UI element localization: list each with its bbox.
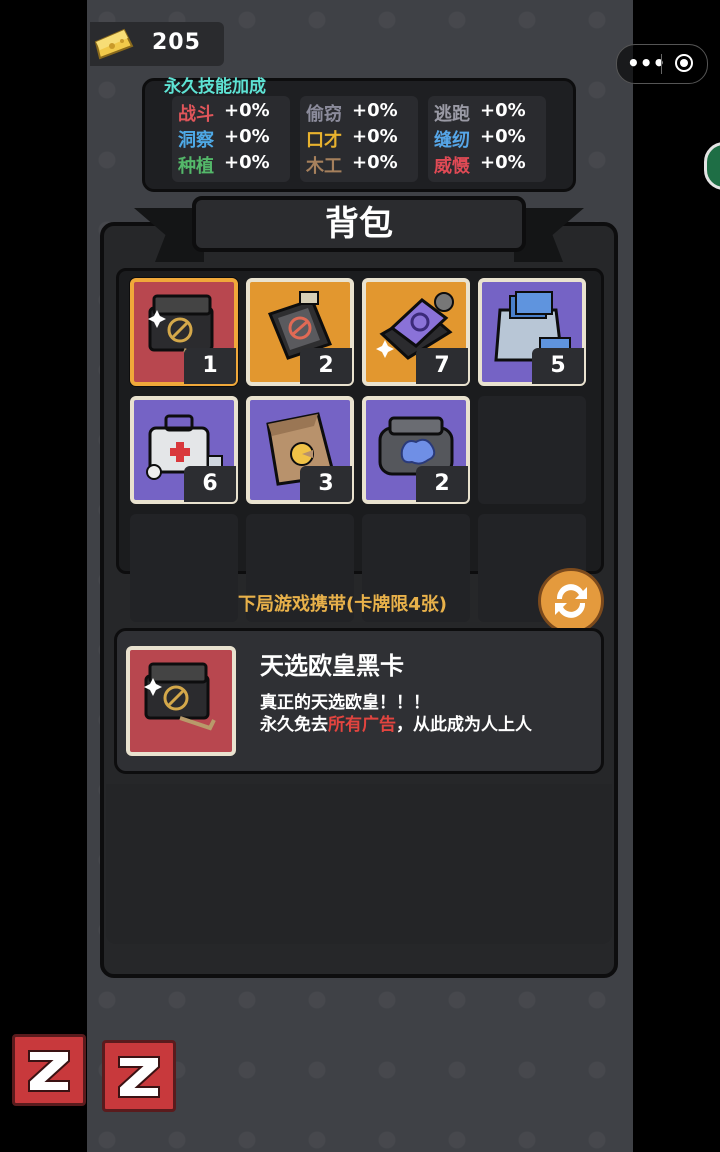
skill-name: 逃跑 bbox=[434, 104, 470, 125]
skill-row: 口才 +0% bbox=[300, 126, 420, 151]
skill-name: 洞察 bbox=[178, 130, 214, 151]
detail-highlight: 所有广告 bbox=[328, 715, 396, 735]
inventory-card[interactable]: 1 bbox=[130, 278, 238, 386]
inventory-card[interactable]: 5 bbox=[478, 278, 586, 386]
skill-name: 种植 bbox=[178, 156, 214, 177]
detail-text-suffix: ，从此成为人上人 bbox=[396, 715, 532, 735]
skill-name: 缝纫 bbox=[434, 130, 470, 151]
black-card-box-icon bbox=[144, 662, 216, 731]
z-logo-icon bbox=[118, 1056, 160, 1098]
skill-row: 种植 +0% bbox=[172, 152, 292, 177]
inventory-slot[interactable] bbox=[130, 514, 238, 622]
skill-value: +0% bbox=[480, 126, 526, 147]
skill-name: 战斗 bbox=[178, 104, 214, 125]
swap-button[interactable] bbox=[538, 568, 604, 634]
skill-name: 威慑 bbox=[434, 156, 470, 177]
backpack-title-banner: 背包 bbox=[192, 196, 526, 252]
carry-label: 下局游戏携带(卡牌限4张) bbox=[238, 594, 447, 615]
item-count-badge: 6 bbox=[184, 466, 236, 502]
item-count-badge: 3 bbox=[300, 466, 352, 502]
item-count-badge: 2 bbox=[416, 466, 468, 502]
logo-block-1 bbox=[12, 1034, 86, 1106]
item-count-badge: 7 bbox=[416, 348, 468, 384]
inventory-card[interactable]: 3 bbox=[246, 396, 354, 504]
z-logo-icon bbox=[28, 1050, 70, 1092]
detail-card-image bbox=[126, 646, 236, 756]
item-count-badge: 5 bbox=[532, 348, 584, 384]
cheese-icon bbox=[94, 28, 134, 60]
skill-row: 偷窃 +0% bbox=[300, 100, 420, 125]
inventory-card[interactable]: 6 bbox=[130, 396, 238, 504]
skill-row: 洞察 +0% bbox=[172, 126, 292, 151]
target-icon[interactable] bbox=[675, 54, 693, 72]
inventory-card[interactable]: 2 bbox=[362, 396, 470, 504]
skill-value: +0% bbox=[224, 152, 270, 173]
item-count-badge: 1 bbox=[184, 348, 236, 384]
backpack-title: 背包 bbox=[325, 204, 393, 244]
skill-name: 偷窃 bbox=[306, 104, 342, 125]
inventory-card[interactable]: 7 bbox=[362, 278, 470, 386]
miniprogram-capsule: ••• bbox=[616, 44, 708, 84]
skill-value: +0% bbox=[480, 152, 526, 173]
detail-text-prefix: 永久免去 bbox=[260, 715, 328, 735]
skill-value: +0% bbox=[224, 126, 270, 147]
currency-value: 205 bbox=[152, 30, 201, 55]
inventory-slot[interactable] bbox=[478, 396, 586, 504]
capsule-divider bbox=[661, 54, 662, 74]
logo-block-2 bbox=[102, 1040, 176, 1112]
empty-area bbox=[106, 784, 612, 944]
skill-name: 口才 bbox=[306, 130, 342, 151]
skill-row: 缝纫 +0% bbox=[428, 126, 548, 151]
detail-item-name: 天选欧皇黑卡 bbox=[260, 652, 404, 680]
skills-title: 永久技能加成 bbox=[164, 77, 266, 97]
swap-icon bbox=[555, 584, 587, 618]
skill-value: +0% bbox=[224, 100, 270, 121]
skill-value: +0% bbox=[352, 126, 398, 147]
currency-display: 205 bbox=[90, 22, 224, 66]
skill-name: 木工 bbox=[306, 156, 342, 177]
skill-value: +0% bbox=[352, 152, 398, 173]
detail-description-2: 永久免去所有广告，从此成为人上人 bbox=[260, 710, 532, 735]
skill-value: +0% bbox=[480, 100, 526, 121]
item-count-badge: 2 bbox=[300, 348, 352, 384]
skill-row: 战斗 +0% bbox=[172, 100, 292, 125]
side-float-button[interactable] bbox=[704, 142, 720, 190]
skill-row: 木工 +0% bbox=[300, 152, 420, 177]
skill-value: +0% bbox=[352, 100, 398, 121]
skill-row: 威慑 +0% bbox=[428, 152, 548, 177]
more-icon[interactable]: ••• bbox=[627, 51, 665, 75]
inventory-card[interactable]: 2 bbox=[246, 278, 354, 386]
skill-row: 逃跑 +0% bbox=[428, 100, 548, 125]
